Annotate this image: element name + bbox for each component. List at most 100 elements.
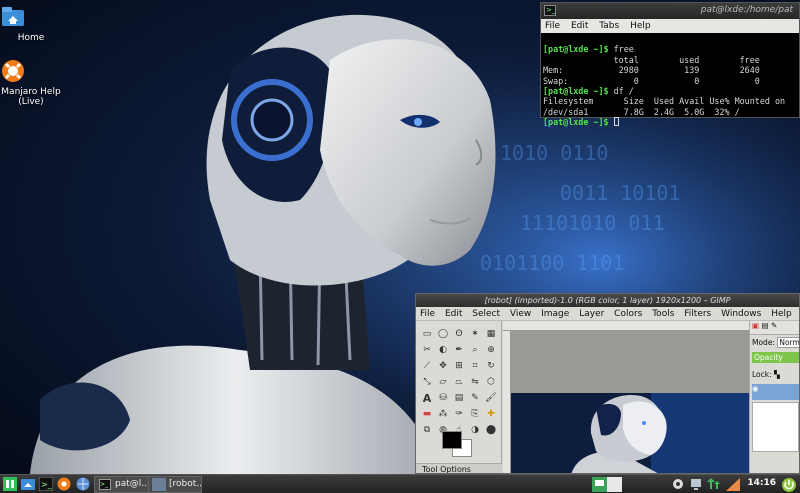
tool-options-tab[interactable]: Tool Options	[416, 463, 502, 474]
menu-item-help[interactable]: Help	[771, 309, 792, 319]
desktop-icon-home[interactable]: Home	[0, 4, 62, 43]
scale-tool-icon[interactable]: ⤡	[420, 375, 434, 389]
svg-text:0101100 1101: 0101100 1101	[480, 251, 625, 275]
layer-row[interactable]: ◉	[752, 384, 799, 400]
menu-item-file[interactable]: File	[420, 309, 435, 319]
terminal-line: [pat@lxde ~]$ df /	[543, 86, 634, 97]
color-swatches[interactable]	[438, 429, 478, 459]
taskbar-button-gimp[interactable]: [robot...	[148, 476, 202, 493]
help-launcher-icon[interactable]	[57, 477, 71, 492]
settings-gear-icon[interactable]	[671, 477, 685, 492]
flip-tool-icon[interactable]: ⇋	[468, 375, 482, 389]
layer-mode-select[interactable]: Normal	[777, 337, 799, 348]
by-color-select-tool-icon[interactable]: ▦	[484, 327, 498, 341]
network-icon[interactable]	[689, 477, 703, 492]
foreground-color-swatch[interactable]	[442, 431, 462, 449]
updates-icon[interactable]	[706, 477, 720, 492]
menu-item-tools[interactable]: Tools	[652, 309, 674, 319]
bucket-fill-tool-icon[interactable]: ⛁	[436, 391, 450, 405]
gimp-image-canvas[interactable]	[511, 393, 749, 473]
gimp-canvas-area[interactable]	[503, 321, 749, 473]
menu-item-view[interactable]: View	[510, 309, 531, 319]
volume-icon[interactable]	[725, 477, 741, 492]
terminal-line: Mem: 2980 139 2640	[543, 65, 760, 76]
perspective-clone-tool-icon[interactable]: ⧉	[420, 423, 434, 437]
ellipse-select-tool-icon[interactable]: ◯	[436, 327, 450, 341]
pencil-tool-icon[interactable]: ✎	[468, 391, 482, 405]
file-manager-launcher-icon[interactable]	[21, 477, 35, 492]
terminal-launcher-icon[interactable]: >_	[38, 476, 54, 492]
fuzzy-select-tool-icon[interactable]: ✶	[468, 327, 482, 341]
perspective-tool-icon[interactable]: ⏢	[452, 375, 466, 389]
dock-tab-strip[interactable]: ▣ ▤ ✎	[750, 321, 799, 335]
menu-item-tabs[interactable]: Tabs	[599, 21, 619, 31]
color-tool-icon[interactable]: ⬤	[484, 423, 498, 437]
gimp-menubar: File Edit Select View Image Layer Colors…	[416, 307, 799, 321]
opacity-slider[interactable]: Opacity	[752, 352, 799, 363]
terminal-titlebar[interactable]: >_ pat@lxde:/home/pat	[541, 3, 799, 19]
foreground-select-tool-icon[interactable]: ◐	[436, 343, 450, 357]
terminal-line: Swap: 0 0 0	[543, 75, 760, 86]
rotate-tool-icon[interactable]: ↻	[484, 359, 498, 373]
gimp-titlebar[interactable]: [robot] (imported)-1.0 (RGB color, 1 lay…	[416, 294, 799, 307]
app-menu-icon[interactable]	[3, 477, 17, 492]
layer-list[interactable]	[752, 402, 799, 452]
crop-tool-icon[interactable]: ⌗	[468, 359, 482, 373]
terminal-title: pat@lxde:/home/pat	[700, 5, 793, 15]
menu-item-help[interactable]: Help	[630, 21, 651, 31]
zoom-tool-icon[interactable]: ⊕	[484, 343, 498, 357]
menu-item-windows[interactable]: Windows	[721, 309, 761, 319]
lock-label: Lock:	[752, 370, 772, 379]
tool-options-label: Tool Options	[422, 465, 471, 474]
menu-item-filters[interactable]: Filters	[684, 309, 711, 319]
svg-text:0011 10101: 0011 10101	[560, 181, 680, 205]
horizontal-ruler[interactable]	[503, 321, 749, 331]
visibility-eye-icon[interactable]: ◉	[752, 384, 759, 393]
shear-tool-icon[interactable]: ▱	[436, 375, 450, 389]
clone-tool-icon[interactable]: ⎘	[468, 407, 482, 421]
cage-tool-icon[interactable]: ⬡	[484, 375, 498, 389]
terminal-icon: >_	[544, 5, 556, 16]
home-folder-icon	[2, 4, 44, 30]
heal-tool-icon[interactable]: ✚	[484, 407, 498, 421]
vertical-ruler[interactable]	[503, 331, 511, 473]
menu-item-select[interactable]: Select	[472, 309, 500, 319]
workspace-pager[interactable]	[592, 477, 622, 492]
measure-tool-icon[interactable]: ⟋	[420, 359, 434, 373]
airbrush-tool-icon[interactable]: ⁂	[436, 407, 450, 421]
move-tool-icon[interactable]: ✥	[436, 359, 450, 373]
align-tool-icon[interactable]: ⊞	[452, 359, 466, 373]
terminal-window[interactable]: >_ pat@lxde:/home/pat File Edit Tabs Hel…	[540, 2, 800, 127]
channels-tab-icon[interactable]: ▤	[761, 321, 768, 330]
ink-tool-icon[interactable]: ✑	[452, 407, 466, 421]
terminal-task-icon: >_	[99, 479, 111, 490]
menu-item-layer[interactable]: Layer	[579, 309, 604, 319]
color-picker-tool-icon[interactable]: ⌕	[468, 343, 482, 357]
logout-icon[interactable]	[781, 477, 797, 492]
lock-pixels-icon[interactable]: ▚	[774, 370, 780, 379]
menu-item-edit[interactable]: Edit	[571, 21, 588, 31]
gimp-toolbox: ▭ ◯ ʘ ✶ ▦ ✂ ◐ ✒ ⌕ ⊕ ⟋ ✥ ⊞ ⌗ ↻ ⤡ ▱ ⏢ ⇋ ⬡ …	[416, 321, 502, 474]
eraser-tool-icon[interactable]: ▬	[420, 407, 434, 421]
paintbrush-tool-icon[interactable]: 🖌	[484, 391, 498, 405]
clock[interactable]: 14:16	[747, 478, 776, 488]
terminal-line: [pat@lxde ~]$	[543, 117, 797, 127]
paths-tab-icon[interactable]: ✎	[771, 321, 777, 330]
scissors-tool-icon[interactable]: ✂	[420, 343, 434, 357]
desktop-icon-manjaro-help[interactable]: Manjaro Help (Live)	[0, 58, 62, 107]
menu-item-edit[interactable]: Edit	[445, 309, 462, 319]
lasso-tool-icon[interactable]: ʘ	[452, 327, 466, 341]
menu-item-colors[interactable]: Colors	[614, 309, 642, 319]
terminal-output[interactable]: [pat@lxde ~]$ free total used free Mem: 2…	[541, 33, 799, 149]
taskbar-button-label: pat@l...	[115, 479, 150, 489]
svg-text:>_: >_	[41, 480, 53, 489]
paths-tool-icon[interactable]: ✒	[452, 343, 466, 357]
menu-item-image[interactable]: Image	[541, 309, 569, 319]
text-tool-icon[interactable]: A	[420, 391, 434, 405]
layers-tab-icon[interactable]: ▣	[752, 321, 759, 330]
rect-select-tool-icon[interactable]: ▭	[420, 327, 434, 341]
menu-item-file[interactable]: File	[545, 21, 560, 31]
web-browser-launcher-icon[interactable]	[76, 477, 90, 492]
blend-tool-icon[interactable]: ▤	[452, 391, 466, 405]
gimp-window[interactable]: [robot] (imported)-1.0 (RGB color, 1 lay…	[415, 293, 800, 474]
